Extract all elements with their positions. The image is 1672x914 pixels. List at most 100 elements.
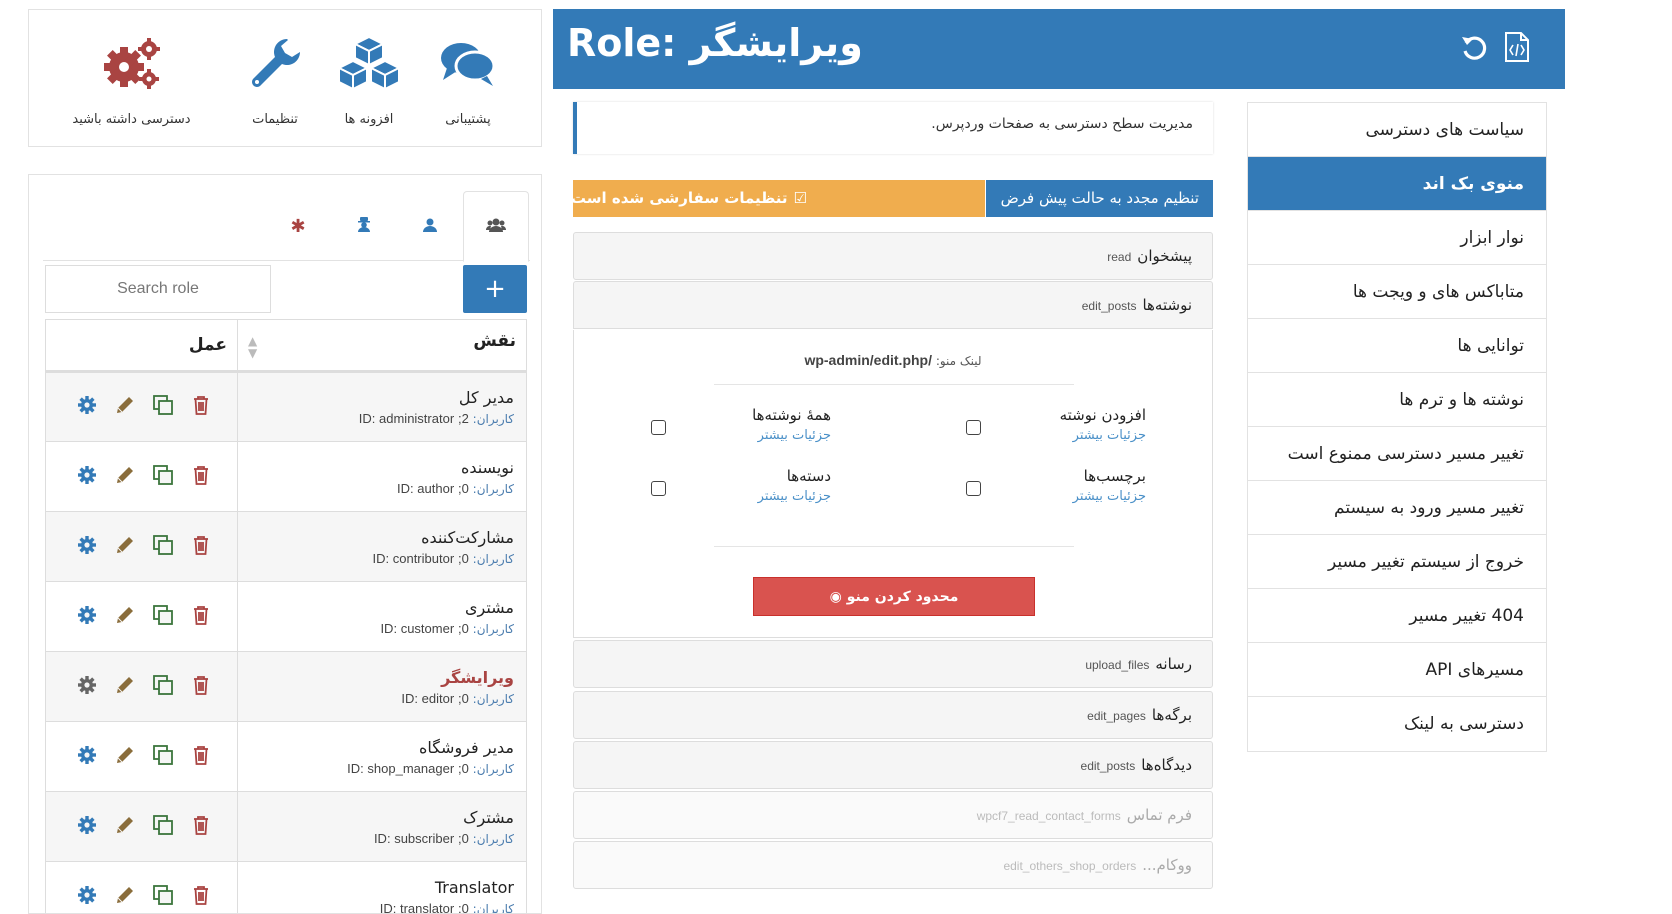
user-icon xyxy=(423,217,437,236)
menu-panel-header[interactable]: دیدگاه‌هاedit_posts xyxy=(573,741,1213,789)
add-role-button[interactable]: + xyxy=(463,265,527,313)
settings-icon[interactable] xyxy=(68,465,106,489)
side-menu-item[interactable]: مسیرهای API xyxy=(1248,643,1546,697)
export-code-icon[interactable] xyxy=(1499,29,1535,65)
side-menu-item[interactable]: خروج از سیستم تغییر مسیر xyxy=(1248,535,1546,589)
side-menu-item[interactable]: توانایی ها xyxy=(1248,319,1546,373)
sort-icon: ▲▼ xyxy=(248,335,257,359)
role-name[interactable]: نویسنده xyxy=(238,458,514,477)
edit-icon[interactable] xyxy=(106,745,144,769)
users-count: 0 xyxy=(462,551,469,566)
quick-link-get-access[interactable]: دسترسی داشته باشید xyxy=(59,26,204,127)
edit-icon[interactable] xyxy=(106,605,144,629)
menu-panel-header[interactable]: برگه‌هاedit_pages xyxy=(573,691,1213,739)
quick-link-settings[interactable]: تنظیمات xyxy=(200,26,350,127)
trash-icon[interactable] xyxy=(182,745,220,769)
menu-link-label: لینک منو: xyxy=(936,354,982,368)
role-name[interactable]: مشترک xyxy=(238,808,514,827)
role-id: ID: author xyxy=(397,481,454,496)
edit-icon[interactable] xyxy=(106,395,144,419)
clone-icon[interactable] xyxy=(144,604,182,630)
side-menu-item[interactable]: 404 تغییر مسیر xyxy=(1248,589,1546,643)
trash-icon[interactable] xyxy=(182,675,220,699)
side-menu-item[interactable]: تغییر مسیر دسترسی ممنوع است xyxy=(1248,427,1546,481)
roles-table: عمل ▲▼نقش مدیر کل کاربران: 2; ID: adminis… xyxy=(45,319,527,914)
submenu-checkbox[interactable] xyxy=(966,481,981,496)
tab-visitors[interactable] xyxy=(331,191,397,261)
menu-link-info: لینک منو: /wp-admin/edit.php xyxy=(574,352,1212,368)
menu-panel-header[interactable]: نوشته‌هاedit_posts xyxy=(573,281,1213,329)
side-menu-item[interactable]: نوشته ها و ترم ها xyxy=(1248,373,1546,427)
submenu-details-link[interactable]: جزئیات بیشتر xyxy=(651,428,831,443)
edit-icon[interactable] xyxy=(106,885,144,909)
users-count: 0 xyxy=(462,761,469,776)
side-menu-item[interactable]: منوی بک اند xyxy=(1248,157,1546,211)
tab-users[interactable] xyxy=(397,191,463,261)
role-name[interactable]: مشارکت‌کننده xyxy=(238,528,514,547)
submenu-checkbox[interactable] xyxy=(651,420,666,435)
trash-icon[interactable] xyxy=(182,535,220,559)
role-name[interactable]: مدیر کل xyxy=(238,388,514,407)
menu-panel-header[interactable]: پیشخوانread xyxy=(573,232,1213,280)
trash-icon[interactable] xyxy=(182,815,220,839)
role-cell: مشترککاربران: 0; ID: subscriber xyxy=(238,792,527,862)
menu-panel-header[interactable]: فرم تماسwpcf7_read_contact_forms xyxy=(573,791,1213,839)
role-meta: کاربران: 2; ID: administrator xyxy=(238,411,514,426)
edit-icon[interactable] xyxy=(106,465,144,489)
table-row: نویسندهکاربران: 0; ID: author xyxy=(46,442,527,512)
side-menu-item[interactable]: نوار ابزار xyxy=(1248,211,1546,265)
submenu-checkbox[interactable] xyxy=(651,481,666,496)
side-menu-item[interactable]: متاباکس های و ویجت ها xyxy=(1248,265,1546,319)
tab-roles[interactable] xyxy=(463,191,529,262)
settings-icon[interactable] xyxy=(68,395,106,419)
users-count: 0 xyxy=(462,621,469,636)
menu-panel-header[interactable]: ووکام...edit_others_shop_orders xyxy=(573,841,1213,889)
settings-icon[interactable] xyxy=(68,535,106,559)
role-name[interactable]: ویرایشگر xyxy=(238,668,514,687)
menu-panel-capability: edit_others_shop_orders xyxy=(1003,859,1136,873)
search-role-input[interactable] xyxy=(45,265,271,313)
trash-icon[interactable] xyxy=(182,885,220,909)
role-name[interactable]: مشتری xyxy=(238,598,514,617)
clone-icon[interactable] xyxy=(144,884,182,910)
users-label: کاربران: xyxy=(473,832,514,846)
clone-icon[interactable] xyxy=(144,394,182,420)
divider xyxy=(714,384,1074,385)
clone-icon[interactable] xyxy=(144,744,182,770)
users-label: کاربران: xyxy=(473,622,514,636)
clone-icon[interactable] xyxy=(144,464,182,490)
users-count: 0 xyxy=(462,481,469,496)
restrict-menu-button[interactable]: محدود کردن منو ◉ xyxy=(753,577,1035,616)
role-meta: کاربران: 0; ID: shop_manager xyxy=(238,761,514,776)
trash-icon[interactable] xyxy=(182,605,220,629)
settings-icon[interactable] xyxy=(68,885,106,909)
tab-default[interactable]: ✱ xyxy=(265,191,331,261)
submenu-details-link[interactable]: جزئیات بیشتر xyxy=(966,428,1146,443)
settings-icon[interactable] xyxy=(68,675,106,699)
settings-icon[interactable] xyxy=(68,815,106,839)
side-menu-item[interactable]: دسترسی به لینک xyxy=(1248,697,1546,751)
clone-icon[interactable] xyxy=(144,534,182,560)
role-name[interactable]: مدیر فروشگاه xyxy=(238,738,514,757)
edit-icon[interactable] xyxy=(106,675,144,699)
role-name[interactable]: Translator xyxy=(238,878,514,897)
clone-icon[interactable] xyxy=(144,674,182,700)
submenu-details-link[interactable]: جزئیات بیشتر xyxy=(651,489,831,504)
settings-icon[interactable] xyxy=(68,605,106,629)
settings-icon[interactable] xyxy=(68,745,106,769)
edit-icon[interactable] xyxy=(106,815,144,839)
column-action: عمل xyxy=(46,320,238,372)
side-menu-item[interactable]: سیاست های دسترسی xyxy=(1248,103,1546,157)
side-menu-item[interactable]: تغییر مسیر ورود به سیستم xyxy=(1248,481,1546,535)
table-row: مدیر کل کاربران: 2; ID: administrator xyxy=(46,372,527,442)
trash-icon[interactable] xyxy=(182,395,220,419)
column-role[interactable]: ▲▼نقش xyxy=(238,320,527,372)
edit-icon[interactable] xyxy=(106,535,144,559)
refresh-icon[interactable] xyxy=(1456,29,1492,65)
reset-default-button[interactable]: تنظیم مجدد به حالت پیش فرض xyxy=(986,180,1213,217)
submenu-details-link[interactable]: جزئیات بیشتر xyxy=(966,489,1146,504)
clone-icon[interactable] xyxy=(144,814,182,840)
submenu-checkbox[interactable] xyxy=(966,420,981,435)
menu-panel-header[interactable]: رسانهupload_files xyxy=(573,640,1213,688)
trash-icon[interactable] xyxy=(182,465,220,489)
